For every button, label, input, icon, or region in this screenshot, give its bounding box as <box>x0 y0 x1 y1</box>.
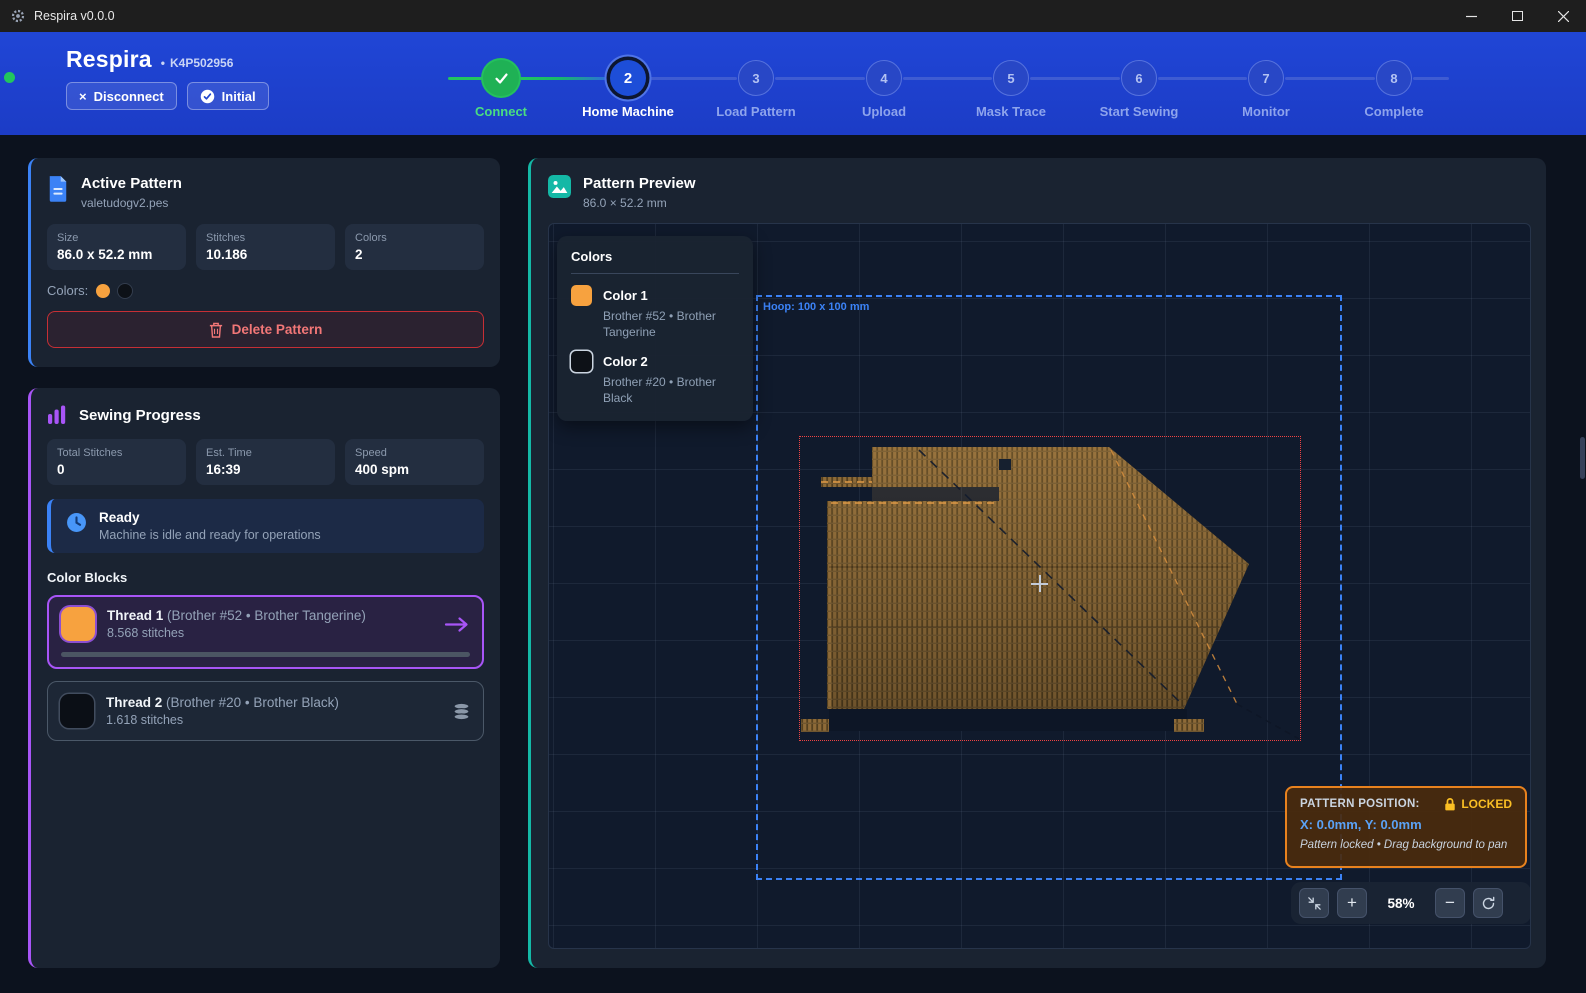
color-2-swatch <box>571 351 592 372</box>
step-home-machine[interactable]: 2 Home Machine <box>568 60 688 119</box>
locked-badge: LOCKED <box>1444 797 1512 811</box>
respira-app-window: { "titlebar": { "app_title": "Respira v0… <box>0 0 1586 993</box>
clock-icon <box>66 512 87 533</box>
pattern-color-dot-orange <box>96 284 110 298</box>
crosshair-icon <box>1031 575 1048 592</box>
step-monitor[interactable]: 7 Monitor <box>1206 60 1326 119</box>
step-complete[interactable]: 8 Complete <box>1334 60 1454 119</box>
pattern-position-overlay: PATTERN POSITION: LOCKED X: 0.0mm, Y: 0.… <box>1285 786 1527 868</box>
stat-stitches: Stitches 10.186 <box>196 224 335 270</box>
pattern-color-dot-black <box>118 284 132 298</box>
close-icon[interactable] <box>1540 0 1586 32</box>
stat-total-stitches: Total Stitches 0 <box>47 439 186 485</box>
hoop-label: Hoop: 100 x 100 mm <box>763 301 869 313</box>
zoom-out-button[interactable]: − <box>1435 888 1465 918</box>
window-title: Respira v0.0.0 <box>34 9 115 23</box>
fit-screen-icon[interactable] <box>1299 888 1329 918</box>
sewing-stats: Total Stitches 0 Est. Time 16:39 Speed 4… <box>47 439 484 485</box>
check-icon <box>493 70 510 87</box>
x-icon: × <box>79 89 87 104</box>
status-title: Ready <box>99 510 321 525</box>
pan-hint: Pattern locked • Drag background to pan <box>1300 839 1512 851</box>
refresh-icon <box>1481 896 1496 911</box>
stack-icon <box>452 702 471 721</box>
zoom-toolbar: + 58% − <box>1291 882 1531 924</box>
step-connect[interactable]: Connect <box>441 60 561 119</box>
plus-icon: + <box>1347 893 1357 913</box>
position-label: PATTERN POSITION: <box>1300 798 1420 810</box>
image-icon <box>548 175 571 198</box>
preview-canvas[interactable]: Hoop: 100 x 100 mm <box>548 223 1531 949</box>
thread-1-block[interactable]: Thread 1 (Brother #52 • Brother Tangerin… <box>47 595 484 669</box>
pattern-colors-row: Colors: <box>47 283 484 298</box>
divider <box>571 273 739 274</box>
window-scrollbar-thumb[interactable] <box>1580 437 1585 479</box>
main-content: Active Pattern valetudogv2.pes Size 86.0… <box>0 135 1586 993</box>
maximize-icon[interactable] <box>1494 0 1540 32</box>
machine-serial: •K4P502956 <box>161 56 234 70</box>
step-upload[interactable]: 4 Upload <box>824 60 944 119</box>
thread-2-swatch <box>60 694 94 728</box>
sewing-progress-title: Sewing Progress <box>79 407 201 424</box>
initial-button[interactable]: Initial <box>187 82 269 110</box>
thread-1-progress-bar <box>61 652 470 657</box>
pattern-filename: valetudogv2.pes <box>81 196 182 210</box>
stat-size: Size 86.0 x 52.2 mm <box>47 224 186 270</box>
legend-item-color-2: Color 2 Brother #20 • Brother Black <box>571 351 739 406</box>
brand-block: Respira •K4P502956 × Disconnect Initial <box>28 46 269 110</box>
thread-2-block[interactable]: Thread 2 (Brother #20 • Brother Black) 1… <box>47 681 484 741</box>
thread-1-stitches: 8.568 stitches <box>107 626 432 640</box>
pattern-coordinates: X: 0.0mm, Y: 0.0mm <box>1300 817 1512 832</box>
step-load-pattern[interactable]: 3 Load Pattern <box>696 60 816 119</box>
pattern-stats: Size 86.0 x 52.2 mm Stitches 10.186 Colo… <box>47 224 484 270</box>
status-description: Machine is idle and ready for operations <box>99 528 321 542</box>
pattern-dimensions: 86.0 × 52.2 mm <box>583 196 696 210</box>
zoom-in-button[interactable]: + <box>1337 888 1367 918</box>
sewing-progress-card: Sewing Progress Total Stitches 0 Est. Ti… <box>28 388 500 968</box>
machine-status-banner: Ready Machine is idle and ready for oper… <box>47 499 484 553</box>
left-column: Active Pattern valetudogv2.pes Size 86.0… <box>28 158 500 968</box>
thread-2-name: Thread 2 (Brother #20 • Brother Black) <box>106 695 440 710</box>
color-1-swatch <box>571 285 592 306</box>
colors-legend-title: Colors <box>571 249 739 264</box>
zoom-level: 58% <box>1375 896 1427 911</box>
stat-colors: Colors 2 <box>345 224 484 270</box>
color-blocks-heading: Color Blocks <box>47 570 484 585</box>
reset-view-button[interactable] <box>1473 888 1503 918</box>
active-pattern-title: Active Pattern <box>81 175 182 192</box>
minus-icon: − <box>1445 893 1455 913</box>
active-pattern-card: Active Pattern valetudogv2.pes Size 86.0… <box>28 158 500 367</box>
thread-2-stitches: 1.618 stitches <box>106 713 440 727</box>
stat-est-time: Est. Time 16:39 <box>196 439 335 485</box>
colors-legend-panel: Colors Color 1 Brother #52 • Brother Tan… <box>557 236 753 421</box>
delete-pattern-button[interactable]: Delete Pattern <box>47 311 484 348</box>
workflow-stepper: Connect 2 Home Machine 3 Load Pattern 4 … <box>440 32 1480 135</box>
app-gear-icon <box>10 8 26 24</box>
thread-1-name: Thread 1 (Brother #52 • Brother Tangerin… <box>107 608 432 623</box>
app-header: Respira •K4P502956 × Disconnect Initial <box>0 32 1586 135</box>
check-circle-icon <box>200 89 215 104</box>
connection-status-dot <box>4 72 15 83</box>
legend-item-color-1: Color 1 Brother #52 • Brother Tangerine <box>571 285 739 340</box>
titlebar: Respira v0.0.0 <box>0 0 1586 32</box>
lock-icon <box>1444 797 1456 811</box>
file-icon <box>47 175 69 202</box>
disconnect-button[interactable]: × Disconnect <box>66 82 177 110</box>
brand-name: Respira <box>66 46 152 73</box>
step-start-sewing[interactable]: 6 Start Sewing <box>1079 60 1199 119</box>
minimize-icon[interactable] <box>1448 0 1494 32</box>
window-controls <box>1448 0 1586 32</box>
trash-icon <box>209 322 223 338</box>
pattern-preview-title: Pattern Preview <box>583 175 696 192</box>
bar-chart-icon <box>47 405 67 425</box>
thread-1-swatch <box>61 607 95 641</box>
arrow-right-icon <box>444 616 470 633</box>
pattern-preview-card: Pattern Preview 86.0 × 52.2 mm Hoop: 100… <box>528 158 1546 968</box>
pattern-bounds <box>799 436 1301 741</box>
step-mask-trace[interactable]: 5 Mask Trace <box>951 60 1071 119</box>
stat-speed: Speed 400 spm <box>345 439 484 485</box>
